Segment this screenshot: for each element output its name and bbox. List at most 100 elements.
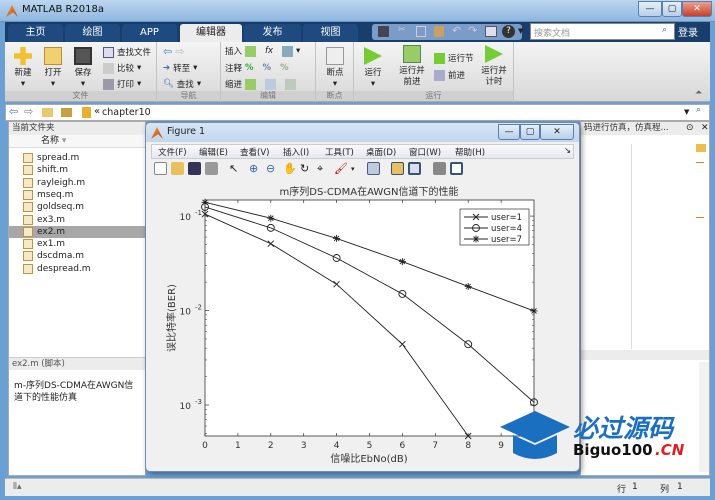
zoom-out-icon[interactable]: ⊖ (266, 162, 279, 175)
legend-icon[interactable] (408, 162, 421, 175)
tab-view[interactable]: 视图 (303, 24, 358, 42)
file-item[interactable]: dscdma.m (9, 250, 146, 262)
zoom-in-icon[interactable]: ⊕ (249, 162, 262, 175)
save-button[interactable]: 保存 ▾ (69, 47, 97, 90)
back-icon[interactable]: ⇦ (9, 105, 18, 118)
legend[interactable]: user=1user=4user=7 (459, 208, 530, 246)
browse-folder-icon[interactable] (61, 108, 72, 117)
dock-icon[interactable]: ↘ (564, 146, 571, 156)
figure-maximize-button[interactable]: ▢ (520, 124, 540, 140)
current-path[interactable]: chapter10 (102, 107, 151, 118)
file-item[interactable]: mseq.m (9, 189, 146, 201)
data-cursor-icon[interactable]: ⌖ (317, 162, 330, 175)
help-icon[interactable]: ? (502, 25, 515, 38)
colorbar-icon[interactable] (391, 162, 404, 175)
tab-home[interactable]: 主页 (8, 24, 63, 42)
tab-editor[interactable]: 编辑器 (180, 24, 242, 42)
file-item[interactable]: shift.m (9, 164, 146, 176)
pan-icon[interactable]: ✋ (283, 162, 297, 175)
menu-window[interactable]: 窗口(W) (409, 146, 441, 158)
indent-button[interactable]: 缩进 (225, 78, 297, 90)
back-button[interactable]: ⇦ ⇨ (163, 45, 184, 58)
print-figure-icon[interactable] (205, 162, 218, 175)
chevron-down-icon[interactable]: ▼ (518, 27, 523, 35)
file-item[interactable]: spread.m (9, 152, 146, 164)
save-figure-icon[interactable] (188, 162, 201, 175)
insert-button[interactable]: 插入 fx ▾ (225, 45, 300, 57)
minimize-button[interactable]: — (638, 1, 662, 17)
run-section-button[interactable]: 运行节 (434, 52, 474, 64)
file-item[interactable]: ex2.m (9, 225, 146, 238)
rotate-icon[interactable]: ↻ (300, 162, 313, 175)
search-icon[interactable]: ⌕ (662, 25, 667, 35)
menu-edit[interactable]: 编辑(E) (199, 146, 228, 158)
login-button[interactable]: 登录 (678, 24, 698, 39)
open-file-icon[interactable] (171, 162, 184, 175)
menu-file[interactable]: 文件(F) (158, 146, 187, 158)
collapse-ribbon-icon[interactable]: ⏶ (695, 88, 702, 98)
advance-button[interactable]: 前进 (434, 69, 465, 81)
find-files-button[interactable]: 查找文件 (103, 46, 151, 58)
file-group-label: 文件 (5, 91, 156, 101)
wrap-comment-icon[interactable]: % (280, 63, 289, 73)
compare-button[interactable]: 比较 ▾ (103, 62, 141, 74)
copy-icon[interactable] (416, 26, 426, 37)
menu-desktop[interactable]: 桌面(D) (366, 146, 396, 158)
insert-function-icon[interactable] (282, 45, 294, 57)
uncomment-icon[interactable]: % (263, 63, 272, 73)
menu-view[interactable]: 查看(V) (240, 146, 269, 158)
close-button[interactable]: ✕ (682, 1, 712, 17)
file-item[interactable]: goldseq.m (9, 201, 146, 213)
forward-icon[interactable]: ⇨ (24, 105, 33, 118)
search-icon[interactable]: ⌕ (696, 105, 701, 115)
tab-publish[interactable]: 发布 (244, 24, 301, 42)
increase-indent-icon[interactable] (265, 78, 277, 90)
search-input[interactable]: 搜索文档 (530, 23, 675, 40)
open-button[interactable]: 打开 ▾ (39, 47, 67, 90)
name-column-header[interactable]: 名称 ▾ (9, 135, 145, 148)
find-button[interactable]: 🔍︎ 查找 ▾ (163, 78, 201, 90)
menu-help[interactable]: 帮助(H) (455, 146, 485, 158)
scrollbar[interactable] (699, 362, 709, 472)
comment-button[interactable]: 注释%%% (225, 62, 289, 74)
menu-insert[interactable]: 插入(I) (283, 146, 309, 158)
decrease-indent-icon[interactable] (285, 78, 297, 90)
paste-icon[interactable] (434, 26, 444, 37)
run-and-time-button[interactable]: 运行并 计时 (476, 45, 512, 88)
brush-dropdown-icon[interactable]: ▾ (351, 165, 364, 178)
tab-plots[interactable]: 绘图 (65, 24, 120, 42)
menu-tools[interactable]: 工具(T) (325, 146, 354, 158)
fx-icon[interactable]: fx (265, 46, 273, 56)
pointer-icon[interactable]: ↖ (229, 162, 242, 175)
close-panel-icon[interactable]: ✕ (701, 123, 709, 133)
file-item[interactable]: despread.m (9, 263, 146, 275)
breakpoints-button[interactable]: 断点 ▾ (320, 47, 350, 90)
figure-minimize-button[interactable]: — (498, 124, 520, 140)
warning-marker[interactable] (696, 162, 704, 163)
up-folder-icon[interactable] (42, 108, 53, 117)
brush-icon[interactable]: 🖌︎ (334, 162, 348, 175)
show-plot-tools-icon[interactable] (450, 162, 463, 175)
goto-button[interactable]: ➔ 转至 ▾ (163, 62, 197, 74)
panel-menu-icon[interactable]: ⊙ (686, 123, 694, 133)
save-icon[interactable] (378, 26, 389, 37)
hide-plot-tools-icon[interactable] (433, 162, 446, 175)
path-dropdown-icon[interactable]: ▼ (684, 108, 689, 116)
run-and-advance-button[interactable]: 运行并 前进 (394, 45, 430, 88)
warning-marker[interactable] (696, 217, 704, 218)
tab-apps[interactable]: APP (122, 24, 177, 42)
maximize-button[interactable]: ▢ (662, 1, 682, 17)
file-item[interactable]: ex3.m (9, 214, 146, 226)
file-item[interactable]: ex1.m (9, 238, 146, 250)
link-plot-icon[interactable] (367, 162, 380, 175)
run-button[interactable]: 运行 ▾ (358, 47, 388, 90)
file-item[interactable]: rayleigh.m (9, 177, 146, 189)
new-figure-icon[interactable] (154, 162, 167, 175)
undo-icon[interactable]: ↶ (452, 24, 461, 37)
switch-windows-icon[interactable] (485, 26, 497, 37)
redo-icon[interactable]: ↷ (468, 24, 477, 37)
figure-close-button[interactable]: ✕ (540, 124, 574, 140)
print-button[interactable]: 打印 ▾ (103, 78, 141, 90)
cut-icon[interactable]: ✂ (398, 25, 406, 35)
new-button[interactable]: 新建 ▾ (9, 47, 37, 90)
